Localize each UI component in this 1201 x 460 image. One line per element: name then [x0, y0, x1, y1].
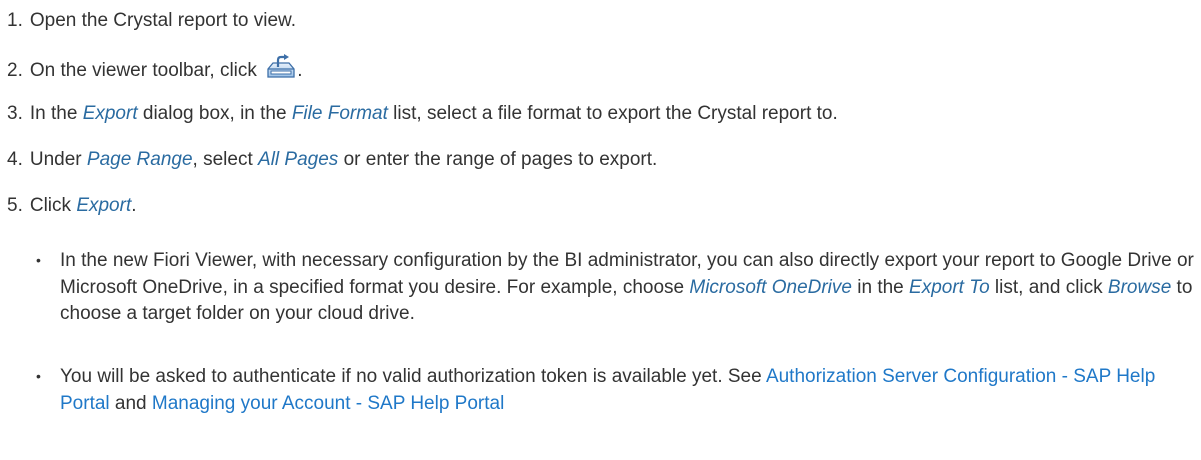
- step-2: 2. On the viewer toolbar, click .: [7, 54, 302, 83]
- step-text: list, select a file format to export the…: [387, 103, 838, 124]
- term-export-dialog: Export: [82, 103, 138, 124]
- step-1: 1. Open the Crystal report to view.: [7, 9, 296, 33]
- term-microsoft-onedrive: Microsoft OneDrive: [689, 276, 852, 298]
- step-number: 4.: [7, 149, 23, 170]
- term-all-pages: All Pages: [258, 149, 339, 170]
- step-4: 4. Under Page Range, select All Pages or …: [7, 148, 657, 172]
- step-text: , select: [192, 149, 259, 170]
- note-text: list, and click: [989, 276, 1108, 298]
- step-text: or enter the range of pages to export.: [338, 149, 658, 170]
- step-text: In the: [29, 103, 83, 124]
- step-number: 2.: [7, 60, 23, 81]
- note-text: You will be asked to authenticate if no …: [60, 366, 766, 387]
- step-number: 5.: [7, 195, 23, 216]
- term-export-button: Export: [76, 195, 132, 216]
- step-3: 3. In the Export dialog box, in the File …: [7, 102, 838, 126]
- term-export-to: Export To: [909, 276, 990, 298]
- step-number: 1.: [7, 10, 23, 31]
- step-text: dialog box, in the: [137, 103, 292, 124]
- step-text: Click: [29, 195, 77, 216]
- note-authentication: • You will be asked to authenticate if no…: [36, 364, 1195, 417]
- term-page-range: Page Range: [86, 149, 193, 170]
- step-text: On the viewer toolbar, click: [29, 60, 257, 81]
- note-cloud-export: • In the new Fiori Viewer, with necessary…: [36, 248, 1195, 328]
- step-number: 3.: [7, 103, 23, 124]
- bullet: •: [36, 252, 41, 268]
- note-text: in the: [851, 276, 910, 298]
- bullet: •: [36, 368, 41, 384]
- term-browse: Browse: [1107, 276, 1172, 298]
- step-text: Under: [29, 149, 87, 170]
- managing-your-account-link[interactable]: Managing your Account - SAP Help Portal: [152, 393, 504, 414]
- step-5: 5. Click Export.: [7, 194, 137, 218]
- term-file-format: File Format: [291, 103, 388, 124]
- note-text: and: [109, 392, 152, 414]
- step-text: .: [131, 195, 137, 216]
- step-text: Open the Crystal report to view.: [29, 10, 296, 31]
- export-icon[interactable]: [265, 54, 297, 80]
- step-text-end: .: [297, 60, 303, 81]
